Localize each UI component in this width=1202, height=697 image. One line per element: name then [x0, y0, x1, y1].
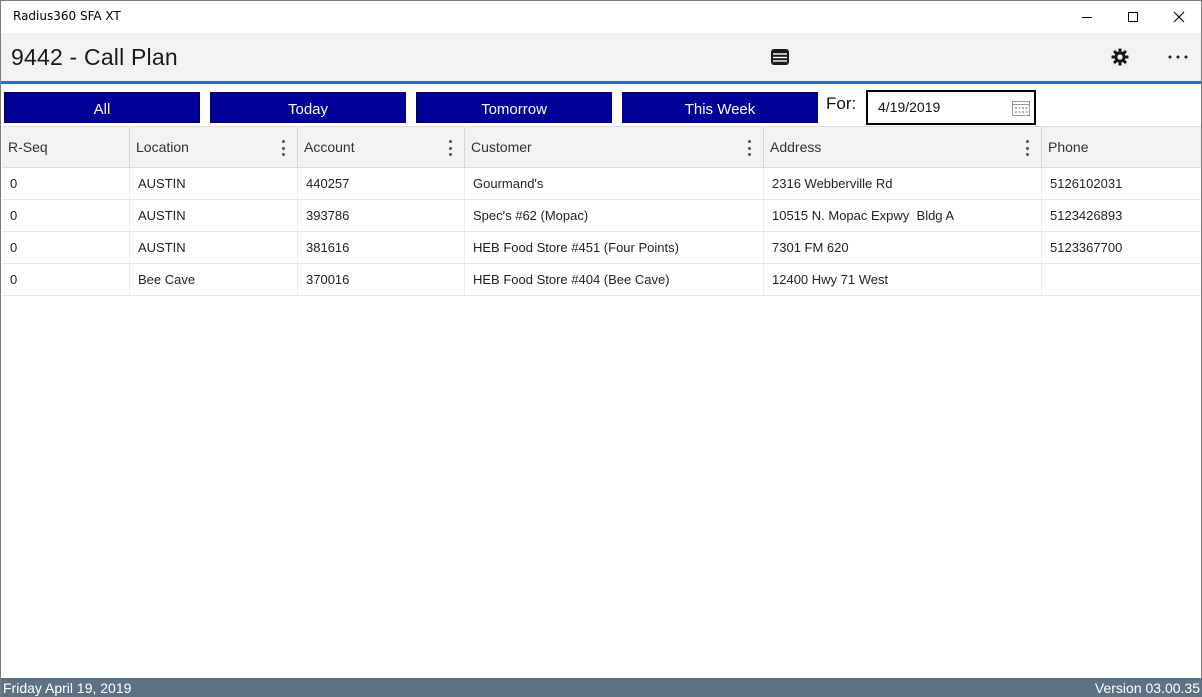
filter-this-week-button[interactable]: This Week: [622, 92, 818, 123]
cell-address: 7301 FM 620: [764, 232, 1042, 264]
settings-button[interactable]: [1106, 43, 1134, 71]
column-header-address[interactable]: Address: [764, 127, 1042, 168]
filter-today-button[interactable]: Today: [210, 92, 406, 123]
table-row[interactable]: 0 AUSTIN 440257 Gourmand's 2316 Webbervi…: [2, 168, 1201, 200]
calendar-icon: [1012, 101, 1030, 116]
cell-rseq: 0: [2, 168, 130, 200]
call-plan-grid: R-Seq Location Account Customer Address …: [2, 126, 1201, 296]
filter-bar: All Today Tomorrow This Week For: 4/19/2…: [1, 84, 1201, 126]
for-label: For:: [826, 94, 857, 113]
column-header-rseq[interactable]: R-Seq: [2, 127, 130, 168]
cell-location: AUSTIN: [130, 168, 298, 200]
cell-address: 2316 Webberville Rd: [764, 168, 1042, 200]
cell-phone: [1042, 264, 1201, 296]
minimize-icon: [1082, 17, 1092, 18]
table-row[interactable]: 0 AUSTIN 393786 Spec's #62 (Mopac) 10515…: [2, 200, 1201, 232]
close-icon: [1173, 11, 1185, 23]
cell-customer: Spec's #62 (Mopac): [465, 200, 764, 232]
date-value: 4/19/2019: [878, 99, 941, 115]
list-icon: [771, 49, 789, 65]
minimize-button[interactable]: [1064, 1, 1110, 33]
cell-location: AUSTIN: [130, 200, 298, 232]
more-options-button[interactable]: [1164, 43, 1192, 71]
app-title: Radius360 SFA XT: [13, 9, 121, 23]
page-title: 9442 - Call Plan: [11, 44, 178, 70]
status-bar: Friday April 19, 2019 Version 03.00.35: [1, 678, 1202, 697]
column-header-label: R-Seq: [8, 139, 48, 155]
cell-rseq: 0: [2, 200, 130, 232]
cell-customer: HEB Food Store #404 (Bee Cave): [465, 264, 764, 296]
column-header-label: Customer: [471, 139, 532, 155]
cell-account: 440257: [298, 168, 465, 200]
cell-rseq: 0: [2, 264, 130, 296]
list-view-button[interactable]: [766, 43, 794, 71]
column-header-label: Account: [304, 139, 355, 155]
gear-icon: [1111, 48, 1129, 66]
cell-account: 381616: [298, 232, 465, 264]
column-header-label: Location: [136, 139, 189, 155]
more-icon: [1168, 55, 1188, 59]
column-menu-icon[interactable]: [279, 140, 287, 156]
close-button[interactable]: [1156, 1, 1202, 33]
column-header-label: Address: [770, 139, 822, 155]
filter-all-button[interactable]: All: [4, 92, 200, 123]
page-header: 9442 - Call Plan: [1, 33, 1201, 81]
cell-account: 370016: [298, 264, 465, 296]
column-header-phone[interactable]: Phone: [1042, 127, 1201, 168]
cell-phone: 5123367700: [1050, 240, 1123, 255]
title-bar[interactable]: Radius360 SFA XT: [1, 1, 1201, 33]
column-header-label: Phone: [1048, 139, 1089, 155]
cell-account: 393786: [298, 200, 465, 232]
status-date: Friday April 19, 2019: [3, 680, 132, 696]
table-row[interactable]: 0 Bee Cave 370016 HEB Food Store #404 (B…: [2, 264, 1201, 296]
column-menu-icon[interactable]: [1023, 140, 1031, 156]
column-header-location[interactable]: Location: [130, 127, 298, 168]
cell-rseq: 0: [2, 232, 130, 264]
cell-customer: HEB Food Store #451 (Four Points): [465, 232, 764, 264]
maximize-icon: [1128, 12, 1138, 22]
column-menu-icon[interactable]: [745, 140, 753, 156]
table-row[interactable]: 0 AUSTIN 381616 HEB Food Store #451 (Fou…: [2, 232, 1201, 264]
column-header-account[interactable]: Account: [298, 127, 465, 168]
cell-location: Bee Cave: [130, 264, 298, 296]
grid-header: R-Seq Location Account Customer Address …: [2, 126, 1201, 168]
cell-address: 12400 Hwy 71 West: [764, 264, 1042, 296]
status-version: Version 03.00.35: [1094, 680, 1200, 696]
column-menu-icon[interactable]: [446, 140, 454, 156]
cell-phone: 5126102031: [1050, 176, 1123, 191]
column-header-customer[interactable]: Customer: [465, 127, 764, 168]
filter-tomorrow-button[interactable]: Tomorrow: [416, 92, 612, 123]
cell-location: AUSTIN: [130, 232, 298, 264]
cell-address: 10515 N. Mopac Expwy Bldg A: [764, 200, 1042, 232]
date-picker[interactable]: 4/19/2019: [866, 90, 1036, 125]
app-window: Radius360 SFA XT 9442 - Call Plan All To…: [0, 0, 1202, 697]
cell-customer: Gourmand's: [465, 168, 764, 200]
cell-phone: 5123426893: [1050, 208, 1123, 223]
maximize-button[interactable]: [1110, 1, 1156, 33]
